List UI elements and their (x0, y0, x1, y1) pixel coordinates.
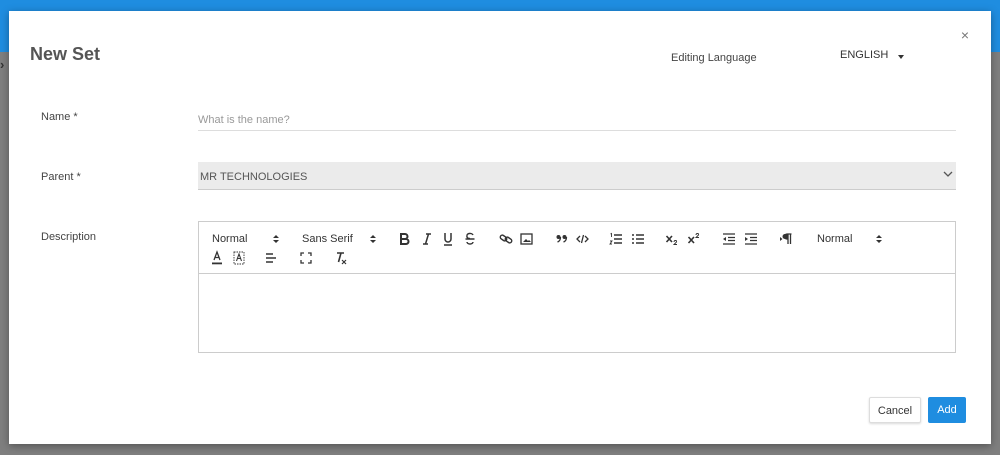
picker-arrows-icon (273, 234, 279, 244)
clear-format-icon[interactable] (334, 250, 348, 266)
size-picker-label: Normal (817, 233, 853, 245)
editing-language-label: Editing Language (671, 52, 757, 64)
header-picker[interactable]: Normal (212, 231, 279, 247)
italic-icon[interactable] (421, 231, 433, 247)
editor-content-area[interactable] (199, 274, 955, 352)
name-input[interactable] (198, 109, 956, 131)
strike-icon[interactable] (464, 231, 476, 247)
chevron-down-icon (942, 168, 954, 180)
background-color-icon[interactable] (233, 250, 245, 266)
bold-icon[interactable] (398, 231, 410, 247)
font-color-icon[interactable] (211, 250, 223, 266)
caret-down-icon (898, 55, 904, 59)
add-button[interactable]: Add (928, 397, 966, 423)
background-chevron-icon: › (0, 57, 5, 72)
language-select[interactable]: ENGLISH (840, 49, 920, 67)
bullet-list-icon[interactable] (631, 231, 645, 247)
picker-arrows-icon (876, 234, 882, 244)
dialog-title: New Set (30, 44, 101, 64)
image-icon[interactable] (520, 231, 533, 247)
indent-icon[interactable] (744, 231, 758, 247)
description-label: Description (41, 231, 97, 243)
font-picker[interactable]: Sans Serif (302, 231, 377, 247)
picker-arrows-icon (370, 234, 376, 244)
name-label: Name * (41, 111, 78, 123)
blockquote-icon[interactable] (555, 231, 568, 247)
editor-toolbar: Normal Sans Serif Normal (199, 222, 955, 274)
parent-label: Parent * (41, 171, 81, 183)
close-icon[interactable]: × (958, 28, 972, 42)
outdent-icon[interactable] (722, 231, 736, 247)
code-block-icon[interactable] (576, 231, 589, 247)
rich-text-editor: Normal Sans Serif Normal (198, 221, 956, 353)
superscript-icon[interactable] (687, 231, 701, 247)
text-direction-icon[interactable] (779, 231, 793, 247)
header-picker-label: Normal (212, 233, 248, 245)
underline-icon[interactable] (442, 231, 454, 247)
ordered-list-icon[interactable] (609, 231, 623, 247)
subscript-icon[interactable] (665, 231, 679, 247)
align-icon[interactable] (265, 250, 277, 266)
new-set-dialog: New Set × Editing Language ENGLISH Name … (9, 11, 991, 444)
font-picker-label: Sans Serif (302, 233, 353, 245)
parent-select[interactable]: MR TECHNOLOGIES (198, 162, 956, 190)
size-picker[interactable]: Normal (817, 231, 887, 247)
cancel-button[interactable]: Cancel (869, 397, 921, 423)
language-value: ENGLISH (840, 49, 889, 61)
fullscreen-icon[interactable] (300, 250, 312, 266)
parent-value: MR TECHNOLOGIES (200, 171, 308, 183)
link-icon[interactable] (499, 231, 513, 247)
